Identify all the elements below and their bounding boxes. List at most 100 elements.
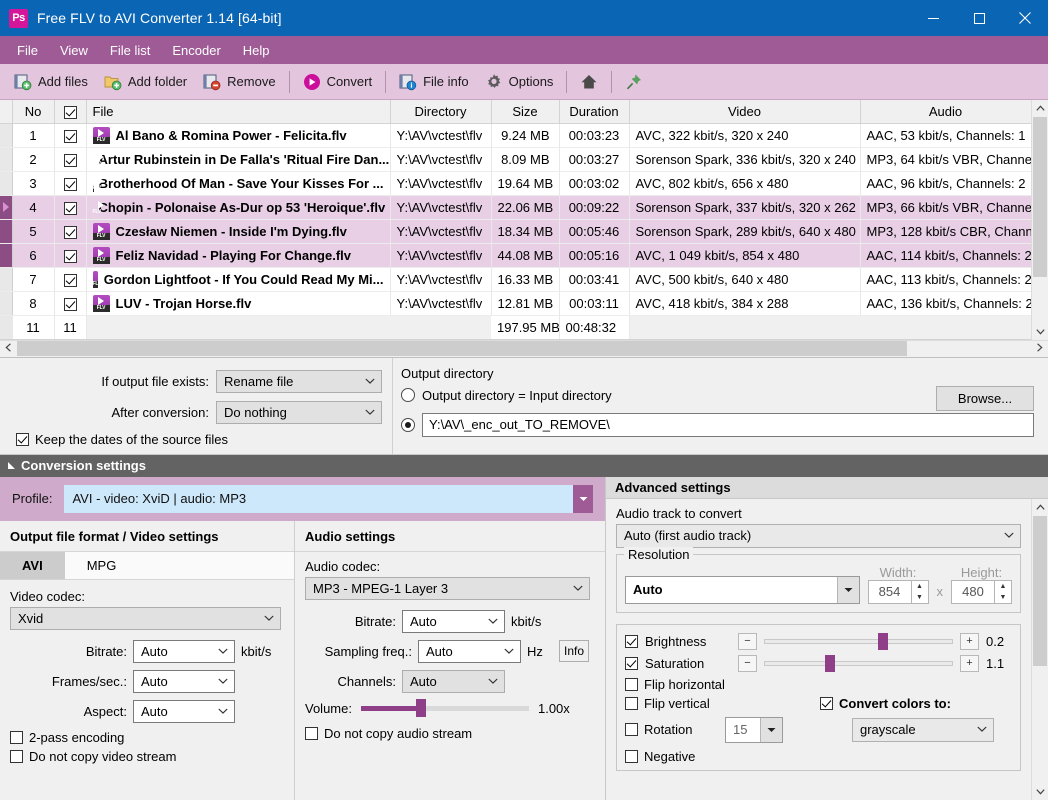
volume-slider-knob[interactable] <box>416 699 426 717</box>
volume-slider[interactable] <box>361 701 529 715</box>
brightness-plus-button[interactable]: + <box>960 633 979 650</box>
menu-view[interactable]: View <box>49 39 99 62</box>
vertical-scroll-track[interactable] <box>1032 117 1048 323</box>
scroll-left-button[interactable] <box>0 343 17 354</box>
tab-avi[interactable]: AVI <box>0 552 65 579</box>
saturation-checkbox[interactable] <box>625 657 638 670</box>
two-pass-row[interactable]: 2-pass encoding <box>10 730 284 745</box>
width-value[interactable]: 854 <box>868 580 912 604</box>
convert-colors-checkbox[interactable] <box>820 697 833 710</box>
row-checkbox[interactable] <box>64 226 77 239</box>
horizontal-scroll-track[interactable] <box>17 340 1031 357</box>
table-row[interactable]: 3 Brotherhood Of Man - Save Your Kisses … <box>0 171 1031 195</box>
flip-vertical-checkbox[interactable] <box>625 697 638 710</box>
keep-dates-row[interactable]: Keep the dates of the source files <box>0 432 382 447</box>
file-list-horizontal-scrollbar[interactable] <box>0 340 1048 357</box>
tab-mpg[interactable]: MPG <box>65 552 139 579</box>
row-checkbox[interactable] <box>64 178 77 191</box>
negative-checkbox[interactable] <box>625 750 638 763</box>
menu-encoder[interactable]: Encoder <box>161 39 231 62</box>
width-stepper-arrows[interactable]: ▲ ▼ <box>912 580 929 604</box>
convert-button[interactable]: Convert <box>295 69 381 95</box>
column-header-checkbox[interactable] <box>54 100 86 123</box>
profile-dropdown-button[interactable] <box>573 485 593 513</box>
row-checkbox-cell[interactable] <box>54 195 86 219</box>
height-step-down-button[interactable]: ▼ <box>995 592 1011 603</box>
height-stepper[interactable]: 480 ▲ ▼ <box>951 580 1012 604</box>
profile-combo[interactable]: AVI - video: XviD | audio: MP3 <box>64 485 573 513</box>
options-button[interactable]: Options <box>477 69 562 95</box>
row-checkbox-cell[interactable] <box>54 243 86 267</box>
video-aspect-combo[interactable]: Auto <box>133 700 235 723</box>
video-codec-combo[interactable]: Xvid <box>10 607 281 630</box>
advanced-scroll-track[interactable] <box>1032 516 1048 784</box>
column-header-duration[interactable]: Duration <box>559 100 629 123</box>
two-pass-checkbox[interactable] <box>10 731 23 744</box>
no-copy-video-row[interactable]: Do not copy video stream <box>10 749 284 764</box>
after-conversion-combo[interactable]: Do nothing <box>216 401 382 424</box>
file-info-button[interactable]: File info <box>391 69 477 95</box>
height-step-up-button[interactable]: ▲ <box>995 581 1011 592</box>
remove-button[interactable]: Remove <box>195 69 283 95</box>
select-all-checkbox[interactable] <box>64 106 77 119</box>
rotation-combo[interactable]: 15 <box>725 717 783 743</box>
negative-row[interactable]: Negative <box>625 749 1012 764</box>
vertical-scroll-thumb[interactable] <box>1033 117 1047 277</box>
horizontal-scroll-thumb[interactable] <box>17 341 907 356</box>
advanced-settings-scrollbar[interactable] <box>1031 499 1048 800</box>
saturation-slider[interactable] <box>764 655 953 672</box>
video-fps-combo[interactable]: Auto <box>133 670 235 693</box>
same-as-input-radio[interactable] <box>401 388 415 402</box>
row-checkbox-cell[interactable] <box>54 291 86 315</box>
rotation-checkbox[interactable] <box>625 723 638 736</box>
convert-colors-row[interactable]: Convert colors to: <box>820 696 951 711</box>
browse-button[interactable]: Browse... <box>936 386 1034 411</box>
column-header-audio[interactable]: Audio <box>860 100 1031 123</box>
column-header-directory[interactable]: Directory <box>390 100 491 123</box>
width-step-up-button[interactable]: ▲ <box>912 581 928 592</box>
column-header-size[interactable]: Size <box>491 100 559 123</box>
flip-horizontal-checkbox[interactable] <box>625 678 638 691</box>
saturation-minus-button[interactable]: − <box>738 655 757 672</box>
menu-file[interactable]: File <box>6 39 49 62</box>
height-value[interactable]: 480 <box>951 580 995 604</box>
table-row[interactable]: 2 Artur Rubinstein in De Falla's 'Ritual… <box>0 147 1031 171</box>
audio-track-combo[interactable]: Auto (first audio track) <box>616 524 1021 548</box>
audio-bitrate-combo[interactable]: Auto <box>402 610 505 633</box>
audio-info-button[interactable]: Info <box>559 640 589 662</box>
audio-channels-combo[interactable]: Auto <box>402 670 505 693</box>
menu-help[interactable]: Help <box>232 39 281 62</box>
brightness-minus-button[interactable]: − <box>738 633 757 650</box>
column-header-file[interactable]: File <box>86 100 390 123</box>
flip-vertical-row[interactable]: Flip vertical <box>625 696 820 711</box>
rotation-row[interactable]: Rotation <box>625 722 725 737</box>
conversion-settings-header[interactable]: Conversion settings <box>0 455 1048 477</box>
row-checkbox-cell[interactable] <box>54 171 86 195</box>
height-stepper-arrows[interactable]: ▲ ▼ <box>995 580 1012 604</box>
advanced-scroll-thumb[interactable] <box>1033 516 1047 666</box>
no-copy-audio-row[interactable]: Do not copy audio stream <box>305 726 595 741</box>
row-checkbox-cell[interactable] <box>54 267 86 291</box>
brightness-slider-knob[interactable] <box>878 633 888 650</box>
table-row[interactable]: 4 Chopin - Polonaise As-Dur op 53 'Heroi… <box>0 195 1031 219</box>
scroll-up-button[interactable] <box>1032 100 1048 117</box>
row-checkbox[interactable] <box>64 154 77 167</box>
table-row[interactable]: 6 Feliz Navidad - Playing For Change.flv… <box>0 243 1031 267</box>
scroll-down-button[interactable] <box>1032 323 1048 340</box>
row-checkbox[interactable] <box>64 250 77 263</box>
if-output-exists-combo[interactable]: Rename file <box>216 370 382 393</box>
add-files-button[interactable]: Add files <box>6 69 96 95</box>
minimize-button[interactable] <box>910 0 956 36</box>
width-stepper[interactable]: 854 ▲ ▼ <box>868 580 929 604</box>
advanced-scroll-up-button[interactable] <box>1032 499 1048 516</box>
home-button[interactable] <box>572 69 606 95</box>
table-row[interactable]: 5 Czesław Niemen - Inside I'm Dying.flv … <box>0 219 1031 243</box>
menu-file-list[interactable]: File list <box>99 39 161 62</box>
video-bitrate-combo[interactable]: Auto <box>133 640 235 663</box>
saturation-slider-knob[interactable] <box>825 655 835 672</box>
resolution-mode-combo[interactable]: Auto <box>625 576 860 604</box>
pin-button[interactable] <box>617 69 651 95</box>
keep-dates-checkbox[interactable] <box>16 433 29 446</box>
row-checkbox[interactable] <box>64 202 77 215</box>
row-checkbox-cell[interactable] <box>54 147 86 171</box>
